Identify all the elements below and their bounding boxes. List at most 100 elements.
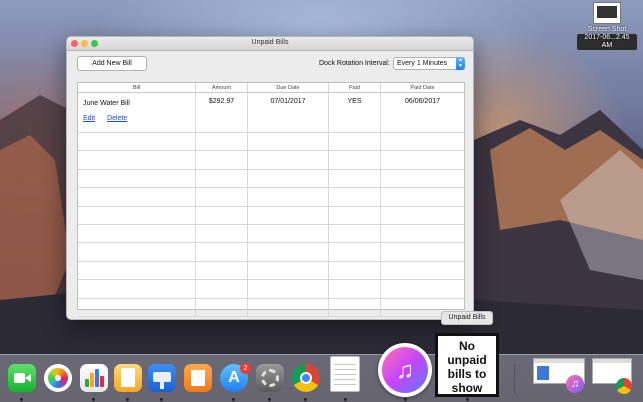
dock-rotation-value: Every 1 Minutes: [397, 60, 448, 67]
bills-table: Bill Amount Due Date Paid Paid Date June…: [77, 82, 465, 317]
keynote-icon[interactable]: [148, 364, 176, 392]
itunes-icon[interactable]: ♫: [378, 343, 432, 397]
empty-cell: [329, 169, 381, 188]
unpaid-bills-dock-tile[interactable]: No unpaid bills to show: [435, 333, 499, 397]
empty-cell: [248, 169, 329, 188]
minimized-itunes-icon: ♫: [566, 375, 584, 393]
desktop-file-date: 2017-06...2.45 AM: [577, 34, 637, 50]
empty-cell: [196, 298, 248, 316]
dock-rotation-select[interactable]: Every 1 Minutes ▲ ▼: [393, 57, 465, 70]
empty-cell: [248, 243, 329, 261]
empty-cell: [196, 243, 248, 261]
running-indicator: [92, 398, 95, 401]
facetime-icon[interactable]: [8, 364, 36, 392]
column-header-paid-date[interactable]: Paid Date: [381, 83, 464, 92]
empty-cell: [329, 261, 381, 280]
empty-cell: [248, 280, 329, 298]
window-title: Unpaid Bills: [251, 39, 289, 46]
column-header-bill[interactable]: Bill: [78, 83, 196, 92]
chrome-icon[interactable]: [292, 364, 320, 392]
paid-date-cell: 06/06/2017: [404, 98, 441, 105]
desktop-screenshot-file[interactable]: Screen Shot 2017-06...2.45 AM: [577, 0, 637, 52]
empty-cell: [329, 188, 381, 206]
empty-cell: [381, 133, 464, 150]
empty-cell: [78, 261, 196, 280]
empty-cell: [196, 280, 248, 298]
empty-cell: [78, 206, 196, 224]
dock-rotation-label: Dock Rotation Interval:: [319, 60, 390, 67]
empty-cell: [78, 298, 196, 316]
empty-cell: [78, 133, 196, 151]
column-header-paid[interactable]: Paid: [329, 83, 381, 92]
system-preferences-icon[interactable]: [256, 364, 284, 392]
empty-cell: [78, 188, 196, 206]
select-chevron-icon: ▲ ▼: [456, 57, 465, 70]
empty-table-row: [78, 133, 464, 152]
empty-cell: [78, 280, 196, 298]
numbers-icon[interactable]: [80, 364, 108, 392]
add-new-bill-button[interactable]: Add New Bill: [77, 56, 147, 71]
empty-cell: [329, 133, 381, 151]
window-titlebar[interactable]: Unpaid Bills: [67, 37, 473, 51]
empty-table-row: [78, 261, 464, 281]
empty-cell: [78, 151, 196, 169]
empty-cell: [248, 133, 329, 151]
unpaid-bills-window: Unpaid Bills Add New Bill Dock Rotation …: [66, 36, 474, 320]
amount-cell: $292.97: [196, 93, 248, 132]
running-indicator: [404, 398, 407, 401]
empty-cell: [329, 280, 381, 298]
textedit-icon[interactable]: [330, 356, 360, 392]
running-indicator: [344, 398, 347, 401]
photos-icon[interactable]: [44, 364, 72, 392]
dock-tooltip: Unpaid Bills: [441, 311, 493, 325]
empty-cell: [196, 224, 248, 243]
empty-cell: [381, 170, 464, 187]
empty-cell: [78, 169, 196, 188]
empty-table-row: [78, 243, 464, 262]
dock-separator: [514, 364, 515, 394]
desktop-file-name: Screen Shot: [587, 26, 627, 33]
ibooks-icon[interactable]: [184, 364, 212, 392]
empty-cell: [248, 206, 329, 224]
empty-cell: [381, 188, 464, 205]
table-row[interactable]: June Water Bill Edit Delete $292.97 07/0…: [78, 93, 464, 133]
empty-table-row: [78, 151, 464, 170]
empty-cell: [248, 298, 329, 316]
window-toolbar: Add New Bill Dock Rotation Interval: Eve…: [67, 51, 473, 81]
empty-cell: [248, 151, 329, 169]
empty-cell: [381, 225, 464, 242]
app-store-badge: 2: [240, 363, 251, 374]
empty-table-row: [78, 169, 464, 189]
edit-bill-link[interactable]: Edit: [83, 115, 95, 122]
running-indicator: [466, 398, 469, 401]
running-indicator: [304, 398, 307, 401]
empty-cell: [196, 188, 248, 206]
due-date-cell: 07/01/2017: [248, 93, 329, 132]
empty-cell: [248, 261, 329, 280]
empty-cell: [329, 224, 381, 243]
empty-cell: [381, 280, 464, 297]
running-indicator: [232, 398, 235, 401]
empty-cell: [381, 243, 464, 260]
empty-cell: [196, 151, 248, 169]
empty-table-row: [78, 298, 464, 317]
running-indicator: [20, 398, 23, 401]
empty-cell: [381, 151, 464, 168]
paid-cell: YES: [329, 93, 381, 132]
empty-cell: [329, 298, 381, 316]
bill-name: June Water Bill: [83, 100, 130, 107]
empty-cell: [196, 133, 248, 151]
empty-cell: [78, 224, 196, 243]
empty-table-row: [78, 188, 464, 207]
empty-cell: [248, 188, 329, 206]
empty-cell: [381, 207, 464, 224]
column-header-due-date[interactable]: Due Date: [248, 83, 329, 92]
empty-cell: [381, 262, 464, 279]
empty-table-row: [78, 206, 464, 225]
running-indicator: [160, 398, 163, 401]
empty-cell: [78, 243, 196, 261]
pages-icon[interactable]: [114, 364, 142, 392]
delete-bill-link[interactable]: Delete: [107, 115, 127, 122]
column-header-amount[interactable]: Amount: [196, 83, 248, 92]
empty-cell: [329, 243, 381, 261]
